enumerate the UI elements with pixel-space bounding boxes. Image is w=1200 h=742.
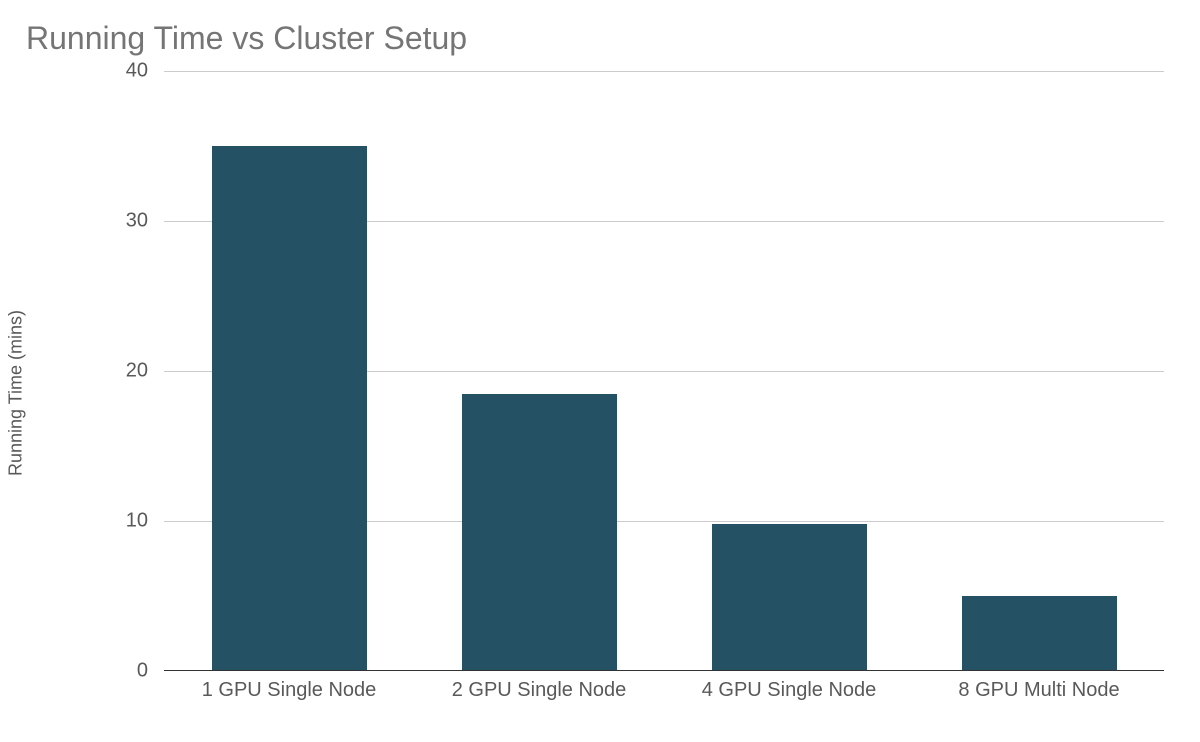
y-tick-0: 0: [68, 660, 148, 683]
bars-group: [164, 71, 1164, 671]
x-tick-label: 1 GPU Single Node: [164, 677, 414, 702]
bar-1gpu: [212, 146, 367, 671]
y-tick-20: 20: [68, 360, 148, 383]
x-axis-baseline: [164, 670, 1164, 671]
bar-4gpu: [712, 524, 867, 671]
y-tick-10: 10: [68, 510, 148, 533]
chart-plot: Running Time (mins) 40 30 20 10 0: [24, 71, 1174, 715]
bar-8gpu: [962, 596, 1117, 671]
bar-slot: [664, 71, 914, 671]
y-tick-30: 30: [68, 210, 148, 233]
x-tick-label: 2 GPU Single Node: [414, 677, 664, 702]
y-tick-40: 40: [68, 60, 148, 83]
bar-slot: [914, 71, 1164, 671]
x-axis: 1 GPU Single Node 2 GPU Single Node 4 GP…: [164, 677, 1164, 702]
x-tick-label: 8 GPU Multi Node: [914, 677, 1164, 702]
chart-container: Running Time vs Cluster Setup Running Ti…: [0, 0, 1200, 742]
y-axis-label: Running Time (mins): [6, 310, 27, 476]
plot-area: [164, 71, 1164, 671]
bar-2gpu: [462, 394, 617, 672]
x-tick-label: 4 GPU Single Node: [664, 677, 914, 702]
bar-slot: [164, 71, 414, 671]
bar-slot: [414, 71, 664, 671]
chart-title: Running Time vs Cluster Setup: [26, 20, 1180, 57]
y-axis: 40 30 20 10 0: [64, 71, 154, 671]
